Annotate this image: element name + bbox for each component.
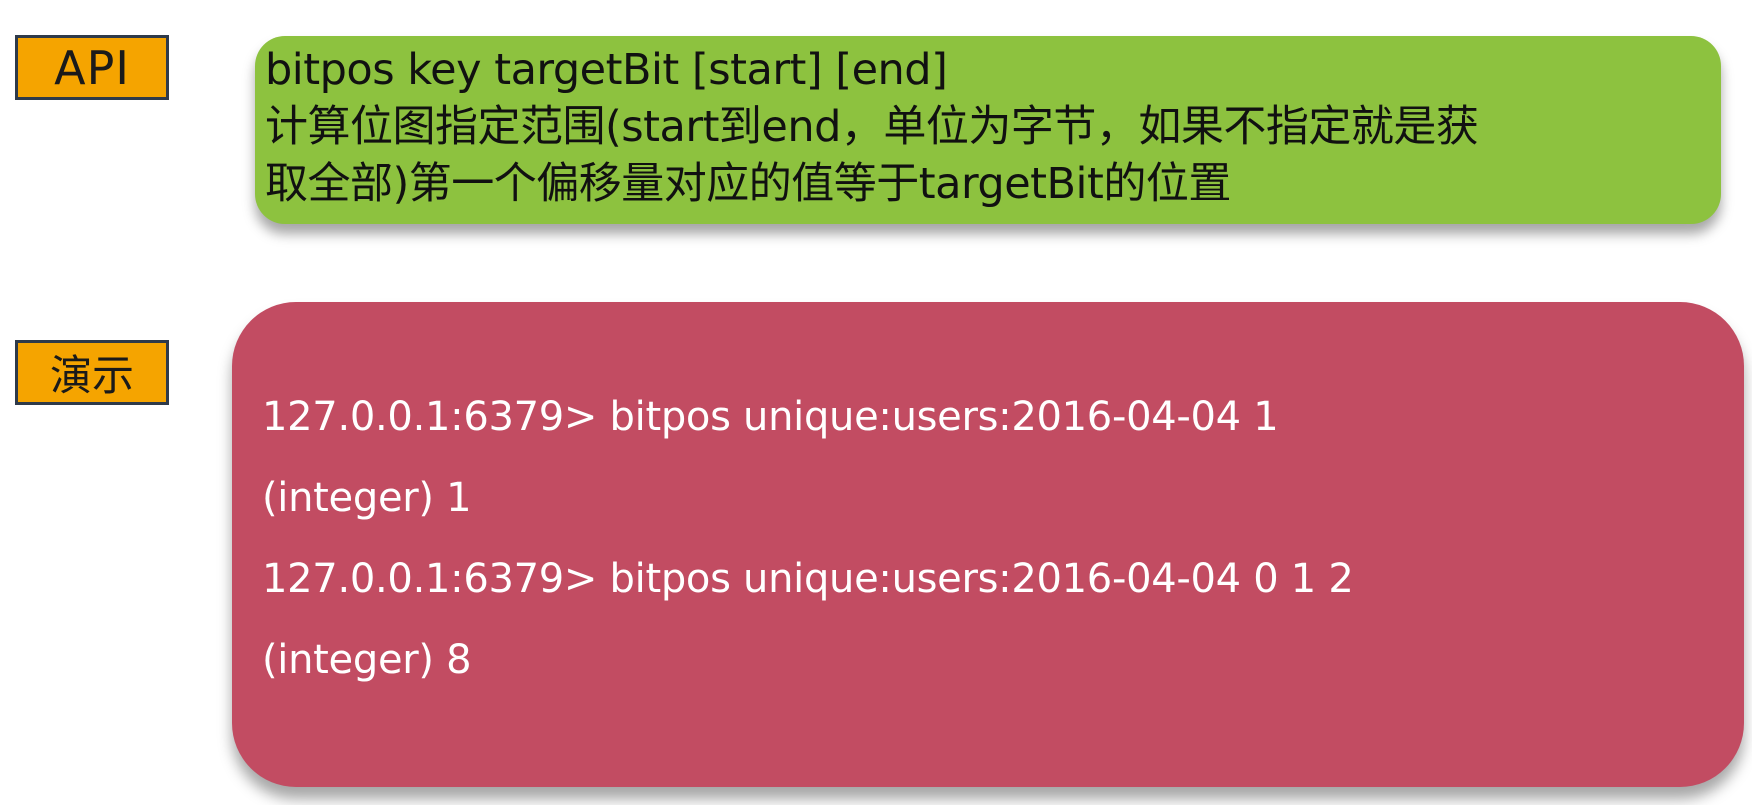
api-tag-label: API: [54, 40, 130, 95]
demo-command-line-2: 127.0.0.1:6379> bitpos unique:users:2016…: [262, 556, 1354, 602]
demo-result-line-1: (integer) 1: [262, 475, 472, 521]
api-description-line-1: 计算位图指定范围(start到end，单位为字节，如果不指定就是获: [265, 102, 1479, 152]
demo-result-line-2: (integer) 8: [262, 637, 472, 683]
api-syntax-line: bitpos key targetBit [start] [end]: [265, 45, 948, 95]
demo-tag: 演示: [15, 340, 169, 405]
api-description-line-2: 取全部)第一个偏移量对应的值等于targetBit的位置: [265, 159, 1231, 209]
demo-command-line-1: 127.0.0.1:6379> bitpos unique:users:2016…: [262, 394, 1279, 440]
demo-tag-label: 演示: [49, 351, 134, 400]
api-description-box: bitpos key targetBit [start] [end] 计算位图指…: [255, 36, 1721, 224]
demo-console-box: 127.0.0.1:6379> bitpos unique:users:2016…: [232, 302, 1744, 787]
api-tag: API: [15, 35, 169, 100]
